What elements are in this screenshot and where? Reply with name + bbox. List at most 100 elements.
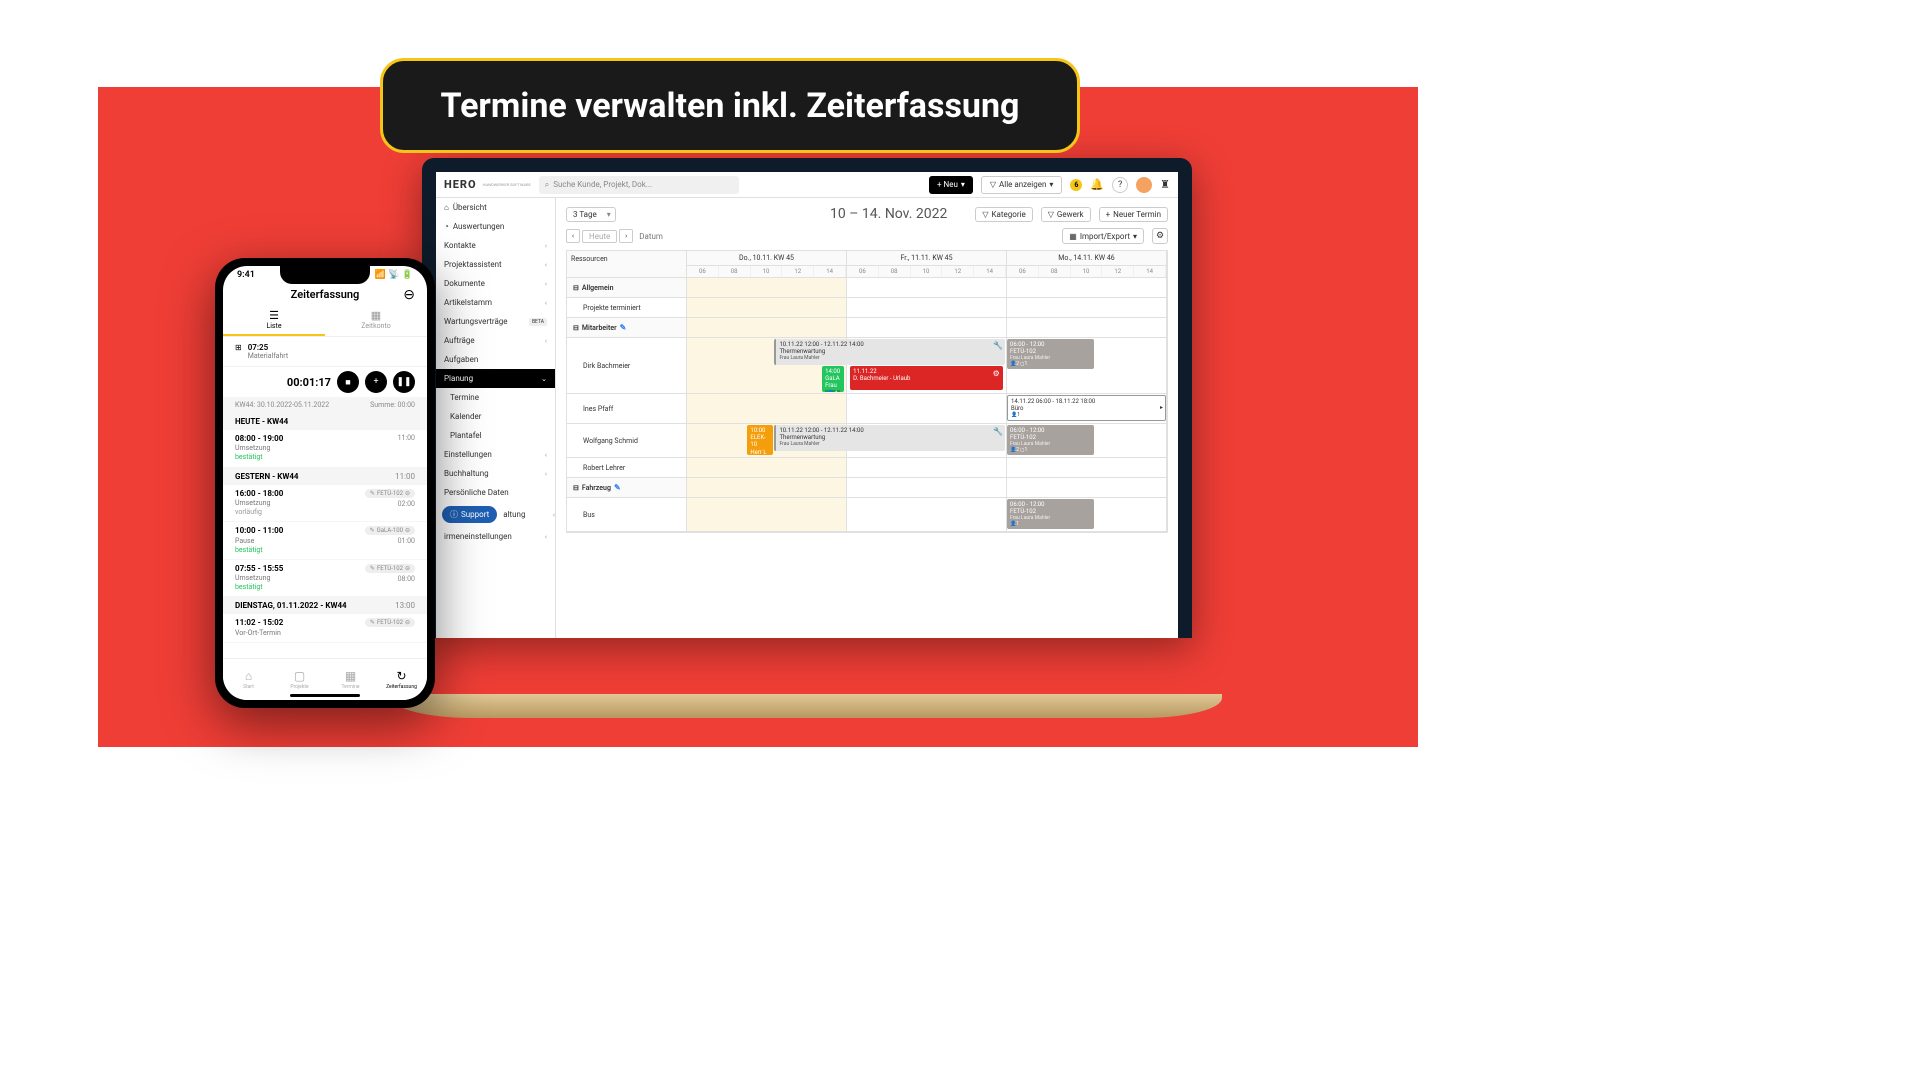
sidebar-item-projektassistent[interactable]: Projektassistent‹	[436, 255, 555, 274]
row-ines: Ines Pfaff	[567, 394, 687, 423]
sidebar: ⌂Übersicht ◔Auswertungen Kontakte‹ Proje…	[436, 198, 556, 638]
home-indicator	[290, 694, 360, 697]
new-button[interactable]: + Neu ▾	[929, 176, 973, 194]
filter-icon: ▽	[990, 180, 996, 189]
laptop-mockup: HERO HANDWERKER SOFTWARE ⌕ Suche Kunde, …	[422, 158, 1192, 718]
phone-mockup: 9:41📶 📡 🔋 Zeiterfassung ⊖ ☰Liste ▦Zeitko…	[215, 258, 435, 708]
row-bus: Bus	[567, 498, 687, 531]
help-icon[interactable]: ?	[1112, 177, 1128, 193]
day-header: Do., 10.11. KW 45	[687, 251, 846, 266]
logo: HERO	[444, 178, 477, 191]
date-range-title: 10 – 14. Nov. 2022	[830, 206, 947, 222]
pen-icon: ✎	[370, 490, 375, 497]
home-icon: ⌂	[245, 669, 252, 683]
settings-button[interactable]: ⚙	[1152, 228, 1168, 244]
sidebar-item-firmen[interactable]: irmeneinstellungen‹	[436, 527, 555, 546]
next-button[interactable]: ›	[619, 229, 633, 243]
bell-icon[interactable]: 🔔	[1090, 178, 1104, 191]
filter-icon: ▽	[1048, 210, 1054, 219]
date-label: Datum	[639, 232, 663, 241]
stop-button[interactable]: ■	[337, 371, 359, 393]
avatar[interactable]	[1136, 177, 1152, 193]
sidebar-item-kalender[interactable]: Kalender	[436, 407, 555, 426]
range-select[interactable]: 3 Tage	[566, 207, 616, 222]
row-wolfgang: Wolfgang Schmid	[567, 424, 687, 457]
sidebar-item-auftraege[interactable]: Aufträge‹	[436, 331, 555, 350]
tab-zeitkonto[interactable]: ▦Zeitkonto	[325, 305, 427, 336]
sidebar-item-einstellungen[interactable]: Einstellungen‹	[436, 445, 555, 464]
list-icon: ☰	[227, 309, 321, 322]
search-input[interactable]: ⌕ Suche Kunde, Projekt, Dok...	[539, 176, 739, 194]
group-mitarbeiter[interactable]: ⊟ Mitarbeiter ✎	[567, 318, 687, 337]
sidebar-item-plantafel[interactable]: Plantafel	[436, 426, 555, 445]
app-header: HERO HANDWERKER SOFTWARE ⌕ Suche Kunde, …	[436, 172, 1178, 198]
clock-icon: ↻	[396, 669, 406, 683]
sidebar-item-auswertungen[interactable]: ◔Auswertungen	[436, 217, 555, 236]
date-nav: ‹ Heute › Datum	[566, 228, 663, 244]
chart-icon: ◔	[444, 222, 449, 231]
day-header: Fr., 11.11. KW 45	[847, 251, 1006, 266]
gear-icon: ⚙	[1156, 231, 1164, 241]
sidebar-item-planung[interactable]: Planung⌄	[436, 369, 555, 388]
import-export-button[interactable]: ▦Import/Export▾	[1062, 228, 1144, 244]
account-icon: ▦	[329, 309, 423, 322]
support-button[interactable]: ⓘSupport	[442, 506, 497, 523]
time-entry[interactable]: 10:00 - 11:00Pausebestätigt✎ GaLA-100 ⊖0…	[223, 522, 427, 560]
sidebar-item-persoenliche-daten[interactable]: Persönliche Daten	[436, 483, 555, 502]
filter-icon: ▽	[982, 210, 988, 219]
pause-button[interactable]: ❚❚	[393, 371, 415, 393]
pen-icon: ✎	[370, 527, 375, 534]
notification-badge[interactable]: 6	[1070, 179, 1082, 191]
castle-icon[interactable]: ♜	[1160, 178, 1170, 191]
nav-zeiterfassung[interactable]: ↻Zeiterfassung	[376, 659, 427, 700]
row-robert: Robert Lehrer	[567, 458, 687, 477]
grid-icon: ⊞	[235, 343, 242, 360]
group-fahrzeug[interactable]: ⊟ Fahrzeug ✎	[567, 478, 687, 497]
event-gala[interactable]: 14:00GaLAFrau👤1	[822, 366, 844, 392]
time-entry[interactable]: 08:00 - 19:00Umsetzungbestätigt11:00	[223, 430, 427, 468]
filter-gewerk[interactable]: ▽Gewerk	[1041, 207, 1091, 222]
logo-subtitle: HANDWERKER SOFTWARE	[483, 182, 531, 187]
edit-icon[interactable]: ✎	[614, 483, 621, 492]
show-all-dropdown[interactable]: ▽ Alle anzeigen ▾	[981, 176, 1063, 194]
sidebar-item-aufgaben[interactable]: Aufgaben	[436, 350, 555, 369]
event-fetu[interactable]: 06:00 - 12:00FETÜ-102Frau Laura Mahler👤2…	[1007, 339, 1094, 369]
event-elek[interactable]: 10:00ELEK-10Herr L👤1 ◻1	[747, 425, 772, 455]
row-dirk: Dirk Bachmeier	[567, 338, 687, 393]
calendar-icon: ▦	[345, 669, 356, 683]
home-icon: ⌂	[444, 203, 449, 212]
search-icon: ⌕	[545, 180, 549, 190]
new-appointment-button[interactable]: +Neuer Termin	[1099, 207, 1168, 222]
sidebar-item-artikelstamm[interactable]: Artikelstamm‹	[436, 293, 555, 312]
nav-start[interactable]: ⌂Start	[223, 659, 274, 700]
tab-liste[interactable]: ☰Liste	[223, 305, 325, 336]
folder-icon: ▢	[294, 669, 305, 683]
add-button[interactable]: +	[365, 371, 387, 393]
gear-icon: ⚙	[993, 369, 1000, 379]
prev-button[interactable]: ‹	[566, 229, 580, 243]
time-entry[interactable]: 16:00 - 18:00Umsetzungvorläufig✎ FETÜ-10…	[223, 485, 427, 523]
section-heute: HEUTE - KW44	[235, 417, 288, 426]
group-allgemein[interactable]: ⊟ Allgemein	[567, 278, 687, 297]
signal-icon: 📶 📡 🔋	[375, 270, 413, 280]
event-urlaub[interactable]: ⚙ 11.11.22D. Bachmeier - Urlaub	[850, 366, 1003, 390]
phone-title: Zeiterfassung	[291, 288, 360, 301]
event-fetu-bus[interactable]: 06:00 - 12:00FETÜ-102Frau Laura Mahler👤1	[1007, 499, 1094, 529]
col-resources: Ressourcen	[567, 251, 687, 277]
schedule-grid: Ressourcen Do., 10.11. KW 450608101214 F…	[566, 250, 1168, 533]
time-entry[interactable]: 07:55 - 15:55Umsetzungbestätigt✎ FETÜ-10…	[223, 560, 427, 598]
calendar-icon: ▦	[1069, 232, 1077, 241]
edit-icon[interactable]: ✎	[620, 323, 627, 332]
sidebar-item-wartung[interactable]: WartungsverträgeBETA	[436, 312, 555, 331]
more-icon[interactable]: ⊖	[403, 287, 415, 303]
filter-kategorie[interactable]: ▽Kategorie	[975, 207, 1032, 222]
sidebar-item-uebersicht[interactable]: ⌂Übersicht	[436, 198, 555, 217]
time-entry[interactable]: 11:02 - 15:02Vor-Ort-Termin✎ FETÜ-102 ⊖	[223, 614, 427, 642]
sidebar-item-buchhaltung[interactable]: Buchhaltung‹	[436, 464, 555, 483]
sidebar-item-kontakte[interactable]: Kontakte‹	[436, 236, 555, 255]
event-buero[interactable]: 14.11.22 06:00 - 18.11.22 18:00Büro👤1▸	[1007, 395, 1166, 421]
sidebar-item-dokumente[interactable]: Dokumente‹	[436, 274, 555, 293]
today-button[interactable]: Heute	[582, 230, 617, 243]
sidebar-item-termine[interactable]: Termine	[436, 388, 555, 407]
event-fetu-2[interactable]: 06:00 - 12:00FETÜ-102Frau Laura Mahler👤2…	[1007, 425, 1094, 455]
